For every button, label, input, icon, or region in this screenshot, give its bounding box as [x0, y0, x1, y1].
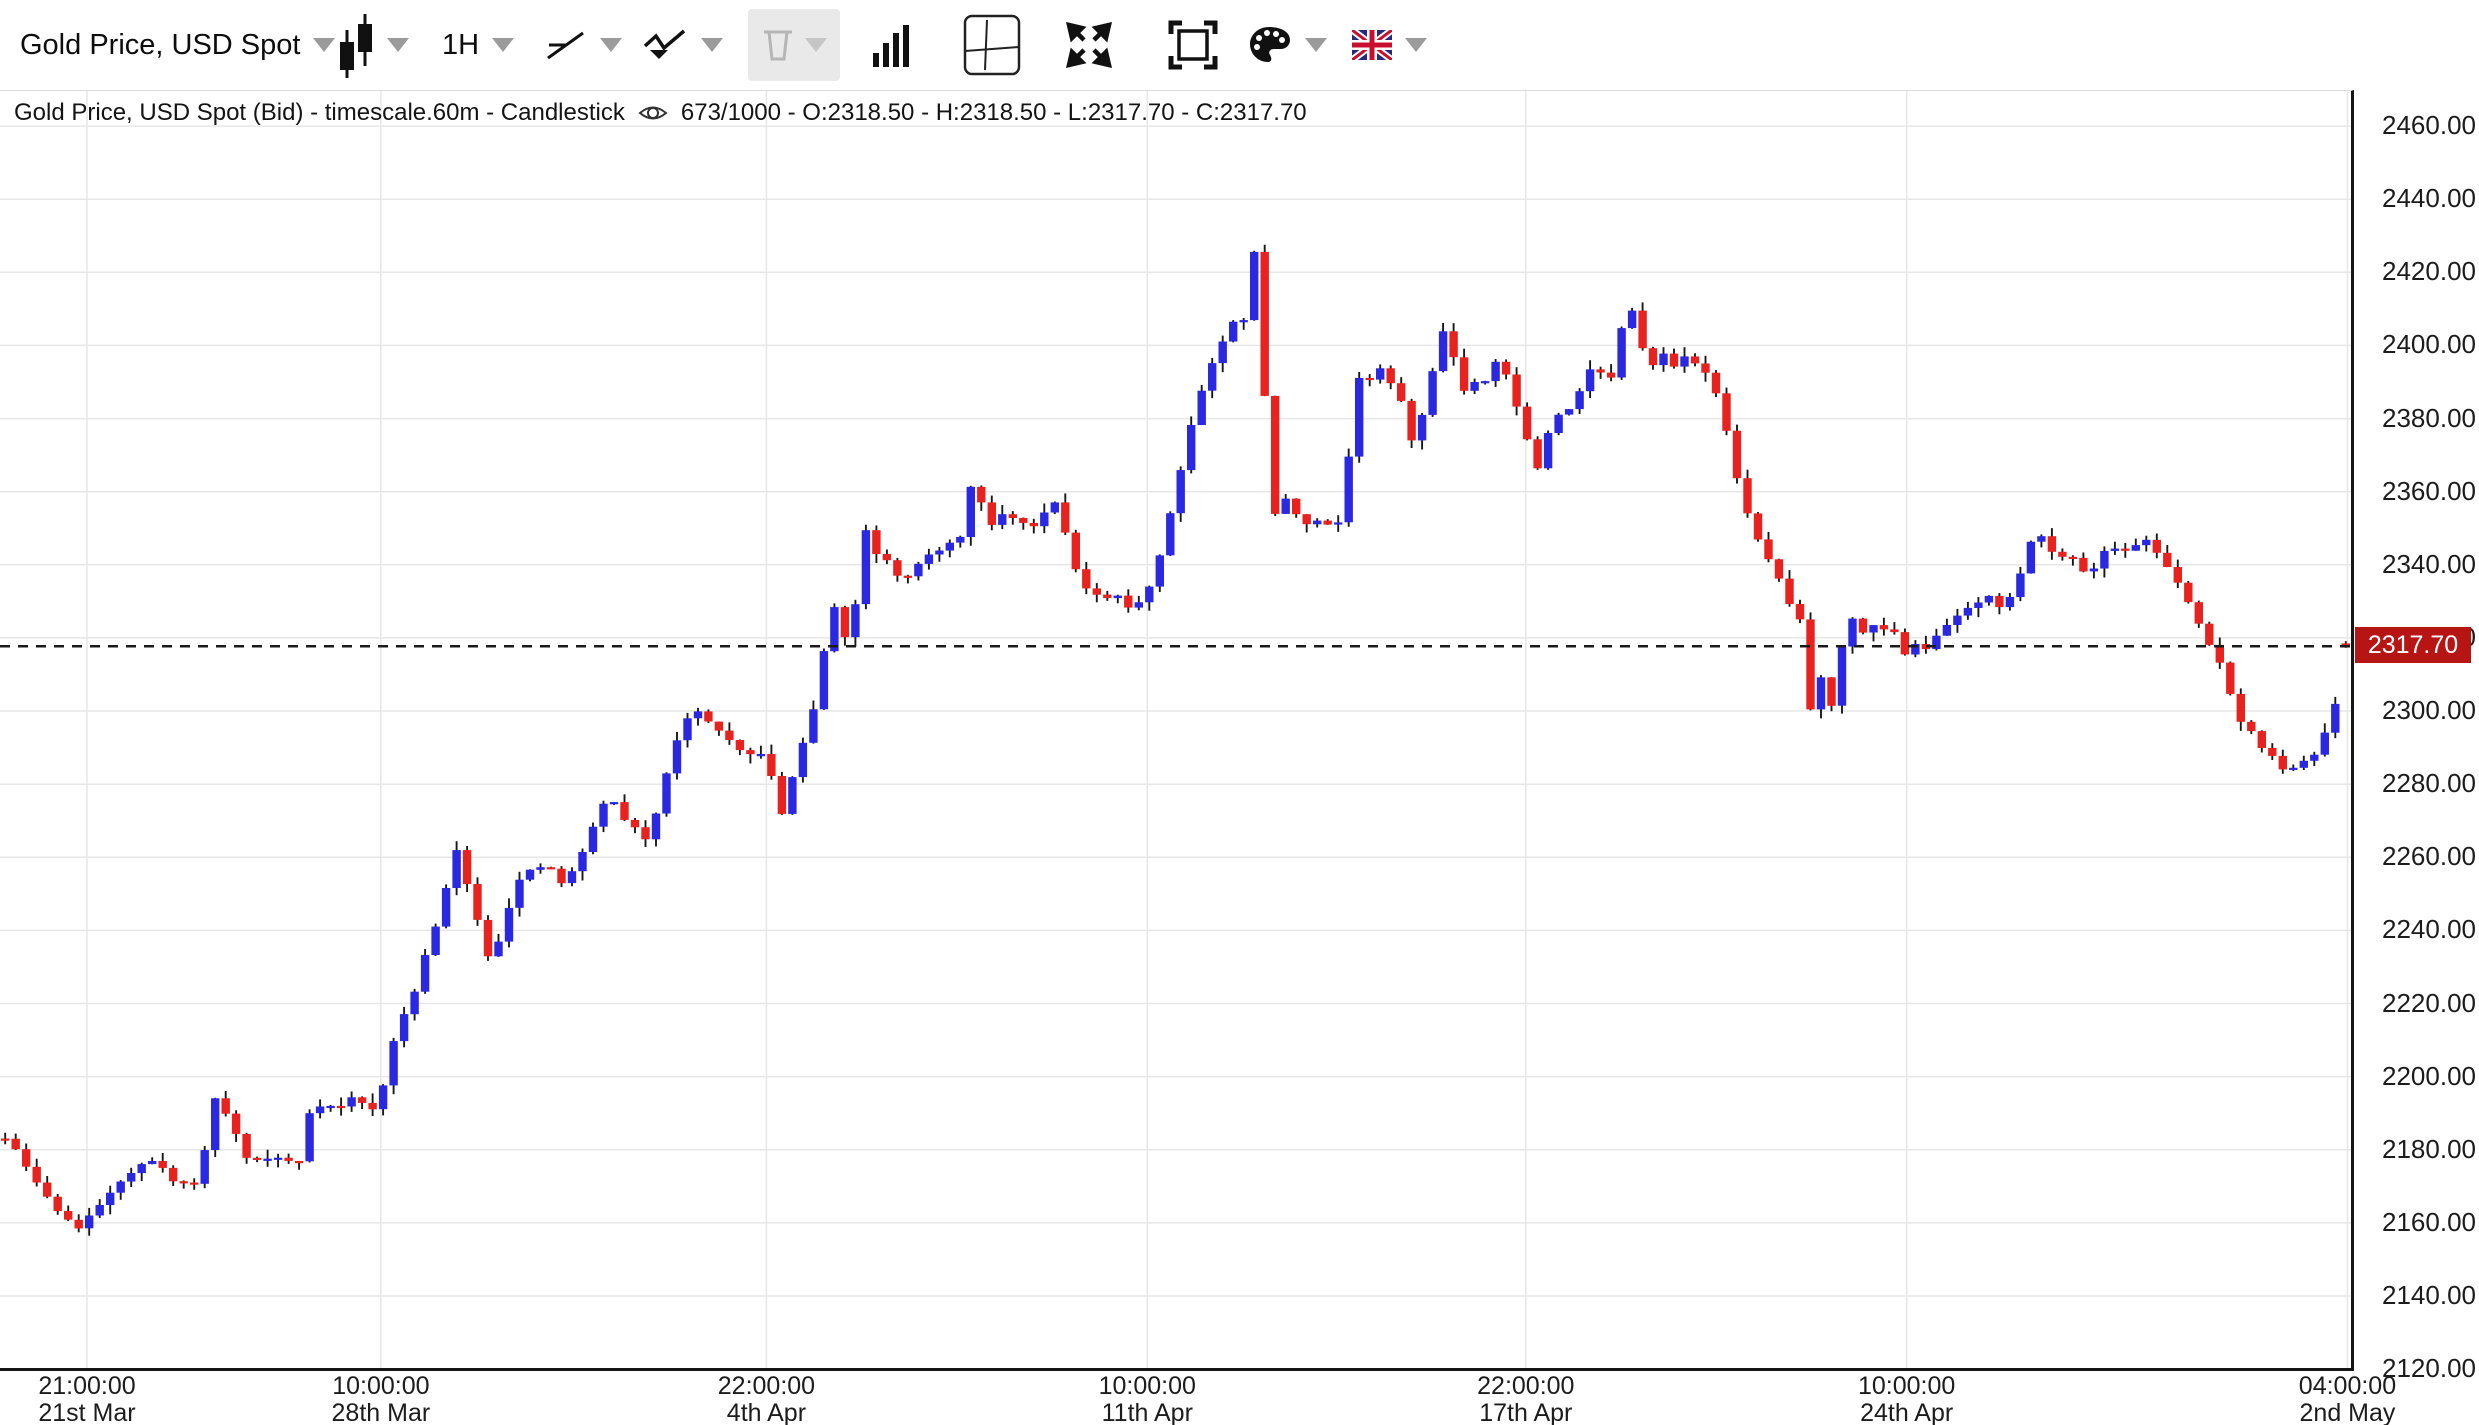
volume-bars-icon	[872, 23, 910, 67]
last-price-value: 2317.70	[2368, 631, 2458, 660]
chevron-down-icon	[492, 38, 514, 52]
y-tick-label: 2280.00	[2382, 768, 2476, 799]
eye-icon[interactable]	[637, 101, 669, 125]
symbol-selector-button[interactable]: Gold Price, USD Spot	[20, 0, 335, 90]
y-tick-label: 2180.00	[2382, 1134, 2476, 1165]
chevron-down-icon	[805, 38, 827, 52]
eraser-bucket-button[interactable]	[748, 9, 840, 81]
chevron-down-icon	[313, 38, 335, 52]
y-tick-label: 2260.00	[2382, 841, 2476, 872]
legend-title: Gold Price, USD Spot (Bid) - timescale.6…	[14, 99, 625, 127]
y-tick-label: 2140.00	[2382, 1280, 2476, 1311]
y-tick-label: 2160.00	[2382, 1207, 2476, 1238]
x-tick-label: 22:00:0017th Apr	[1477, 1373, 1574, 1425]
candlestick-type-icon	[338, 12, 374, 78]
palette-icon	[1248, 25, 1292, 65]
y-tick-label: 2240.00	[2382, 914, 2476, 945]
trendline-tool-icon	[545, 26, 587, 64]
y-tick-label: 2460.00	[2382, 110, 2476, 141]
y-tick-label: 2380.00	[2382, 403, 2476, 434]
candlestick-canvas[interactable]	[0, 91, 2351, 1368]
language-button[interactable]	[1352, 0, 1427, 90]
indicators-icon	[642, 26, 688, 64]
x-tick-label: 10:00:0024th Apr	[1858, 1373, 1955, 1425]
eraser-button-group	[748, 0, 840, 90]
time-axis[interactable]: 21:00:0021st Mar 10:00:0028th Mar 22:00:00…	[0, 1371, 2351, 1425]
y-tick-label: 2200.00	[2382, 1061, 2476, 1092]
grid-layout-button[interactable]	[963, 0, 1021, 90]
fullscreen-icon	[1066, 22, 1112, 68]
price-axis[interactable]: 2317.70 2460.00 2440.00 2420.00 2400.00 2380…	[2354, 90, 2479, 1367]
chart-legend: Gold Price, USD Spot (Bid) - timescale.6…	[14, 99, 1307, 127]
y-tick-label: 2440.00	[2382, 183, 2476, 214]
y-tick-label: 2340.00	[2382, 549, 2476, 580]
trading-app: Gold Price, USD Spot 1H	[0, 0, 2479, 1425]
timeframe-label: 1H	[442, 29, 479, 62]
eraser-bucket-icon	[761, 26, 795, 64]
y-tick-label: 2220.00	[2382, 988, 2476, 1019]
x-tick-label: 22:00:004th Apr	[718, 1373, 815, 1425]
chevron-down-icon	[1305, 38, 1327, 52]
snapshot-button[interactable]	[1168, 0, 1218, 90]
indicators-button[interactable]	[642, 0, 723, 90]
plot-area[interactable]: Gold Price, USD Spot (Bid) - timescale.6…	[0, 90, 2354, 1371]
volume-bars-button[interactable]	[872, 0, 910, 90]
y-tick-label: 2400.00	[2382, 329, 2476, 360]
symbol-label: Gold Price, USD Spot	[20, 29, 300, 62]
snapshot-frame-icon	[1168, 20, 1218, 70]
grid-layout-icon	[963, 14, 1021, 76]
toolbar: Gold Price, USD Spot 1H	[0, 0, 2479, 90]
x-tick-label: 21:00:0021st Mar	[38, 1373, 135, 1425]
uk-flag-icon	[1352, 30, 1392, 60]
y-tick-label: 2360.00	[2382, 476, 2476, 507]
fullscreen-button[interactable]	[1066, 0, 1112, 90]
x-tick-label: 10:00:0028th Mar	[332, 1373, 431, 1425]
x-tick-label: 10:00:0011th Apr	[1099, 1373, 1196, 1425]
legend-stats: 673/1000 - O:2318.50 - H:2318.50 - L:231…	[681, 99, 1307, 127]
x-tick-label: 04:00:002nd May	[2299, 1373, 2396, 1425]
y-tick-label: 2300.00	[2382, 695, 2476, 726]
y-tick-label: 2420.00	[2382, 256, 2476, 287]
last-price-tag: 2317.70	[2355, 627, 2471, 663]
chevron-down-icon	[1405, 38, 1427, 52]
theme-palette-button[interactable]	[1248, 0, 1327, 90]
chevron-down-icon	[387, 38, 409, 52]
chevron-down-icon	[600, 38, 622, 52]
chart-container: Gold Price, USD Spot (Bid) - timescale.6…	[0, 90, 2479, 1425]
chart-type-button[interactable]	[338, 0, 409, 90]
chevron-down-icon	[701, 38, 723, 52]
timeframe-button[interactable]: 1H	[442, 0, 514, 90]
trendline-tool-button[interactable]	[545, 0, 622, 90]
